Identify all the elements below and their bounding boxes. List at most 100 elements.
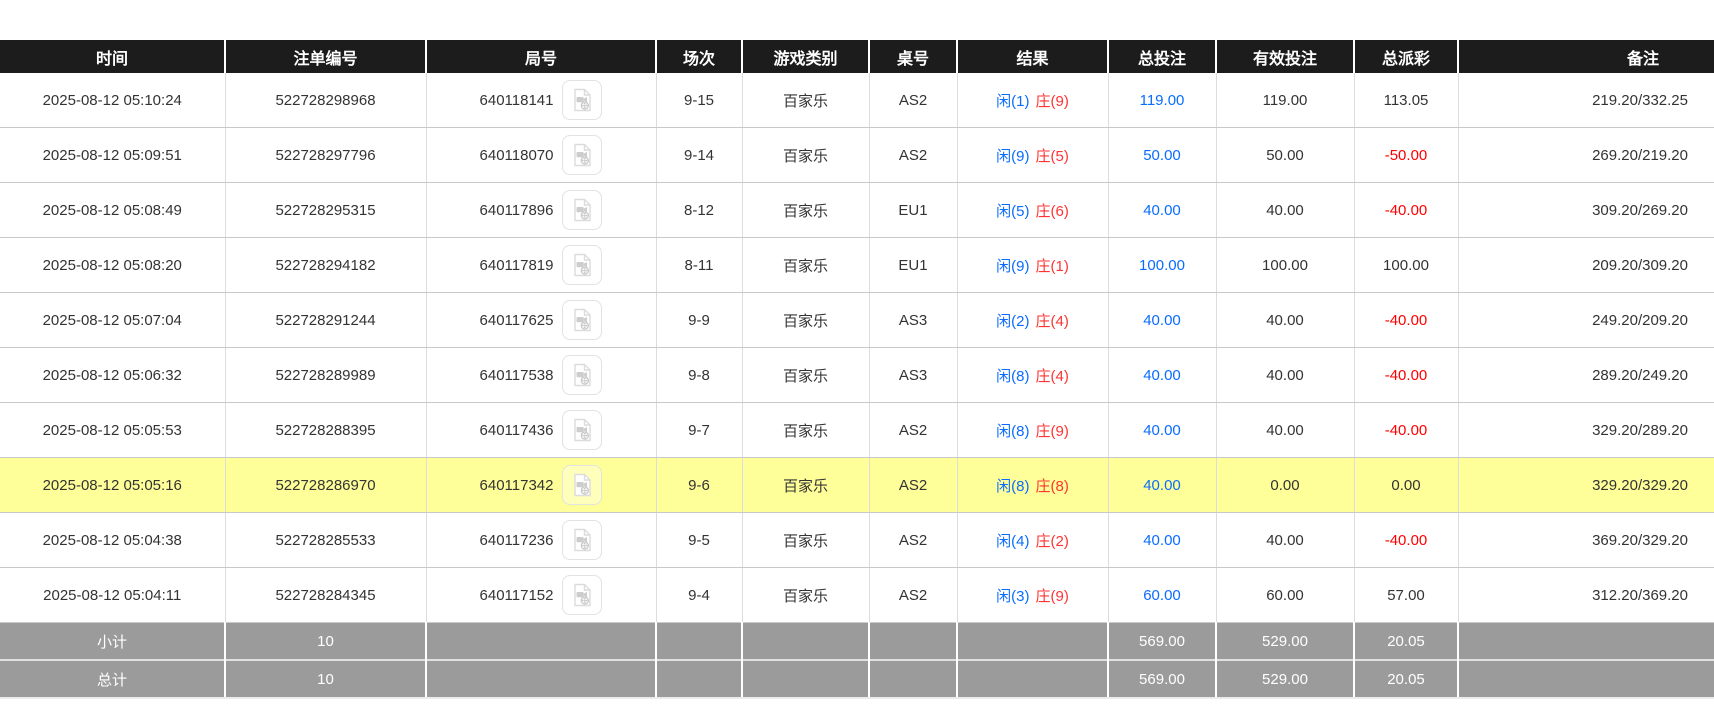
cell-total-payout: 113.05 xyxy=(1354,73,1458,128)
video-replay-button[interactable] xyxy=(562,80,602,120)
cell-table-no: AS3 xyxy=(869,293,957,348)
subtotal-empty-table-no xyxy=(869,623,957,661)
cell-bet-id: 522728288395 xyxy=(225,403,426,458)
total-empty-result xyxy=(957,660,1108,698)
video-replay-button[interactable] xyxy=(562,465,602,505)
subtotal-total-payout: 20.05 xyxy=(1354,623,1458,661)
result-player: 闲(9) xyxy=(996,148,1029,165)
subtotal-empty-remark xyxy=(1458,623,1714,661)
total-empty-session xyxy=(656,660,742,698)
video-file-icon xyxy=(569,417,595,443)
cell-bet-id: 522728294182 xyxy=(225,238,426,293)
total-empty-remark xyxy=(1458,660,1714,698)
video-replay-button[interactable] xyxy=(562,355,602,395)
cell-remark: 209.20/309.20 xyxy=(1458,238,1714,293)
cell-bet-id: 522728289989 xyxy=(225,348,426,403)
col-header-bet-id: 注单编号 xyxy=(225,40,426,73)
subtotal-empty-session xyxy=(656,623,742,661)
cell-round: 640117819 xyxy=(426,238,656,293)
result-player: 闲(1) xyxy=(996,93,1029,110)
cell-result: 闲(5)庄(6) xyxy=(957,183,1108,238)
total-total-payout: 20.05 xyxy=(1354,660,1458,698)
cell-session: 9-14 xyxy=(656,128,742,183)
cell-round: 640117436 xyxy=(426,403,656,458)
cell-total-bet: 50.00 xyxy=(1108,128,1216,183)
round-number: 640117342 xyxy=(480,477,554,494)
subtotal-empty-game-type xyxy=(742,623,869,661)
cell-time: 2025-08-12 05:07:04 xyxy=(0,293,225,348)
col-header-session: 场次 xyxy=(656,40,742,73)
col-header-game-type: 游戏类别 xyxy=(742,40,869,73)
table-body: 2025-08-12 05:10:24 522728298968 6401181… xyxy=(0,73,1714,623)
cell-remark: 219.20/332.25 xyxy=(1458,73,1714,128)
video-replay-button[interactable] xyxy=(562,300,602,340)
cell-result: 闲(3)庄(9) xyxy=(957,568,1108,623)
cell-valid-bet: 40.00 xyxy=(1216,183,1354,238)
cell-total-payout: -40.00 xyxy=(1354,403,1458,458)
cell-valid-bet: 40.00 xyxy=(1216,293,1354,348)
cell-game-type: 百家乐 xyxy=(742,128,869,183)
video-replay-button[interactable] xyxy=(562,575,602,615)
video-replay-button[interactable] xyxy=(562,135,602,175)
video-file-icon xyxy=(569,362,595,388)
cell-game-type: 百家乐 xyxy=(742,403,869,458)
cell-time: 2025-08-12 05:05:16 xyxy=(0,458,225,513)
table-row: 2025-08-12 05:05:16 522728286970 6401173… xyxy=(0,458,1714,513)
cell-time: 2025-08-12 05:10:24 xyxy=(0,73,225,128)
video-replay-button[interactable] xyxy=(562,410,602,450)
cell-table-no: EU1 xyxy=(869,183,957,238)
result-banker: 庄(9) xyxy=(1036,423,1069,440)
round-number: 640117236 xyxy=(480,532,554,549)
cell-session: 8-12 xyxy=(656,183,742,238)
cell-result: 闲(4)庄(2) xyxy=(957,513,1108,568)
header-row: 时间 注单编号 局号 场次 游戏类别 桌号 结果 总投注 有效投注 总派彩 备注 xyxy=(0,40,1714,73)
result-player: 闲(8) xyxy=(996,368,1029,385)
table-row: 2025-08-12 05:07:04 522728291244 6401176… xyxy=(0,293,1714,348)
round-number: 640118141 xyxy=(480,92,554,109)
result-player: 闲(2) xyxy=(996,313,1029,330)
result-player: 闲(8) xyxy=(996,478,1029,495)
result-player: 闲(4) xyxy=(996,533,1029,550)
cell-remark: 329.20/289.20 xyxy=(1458,403,1714,458)
cell-valid-bet: 40.00 xyxy=(1216,403,1354,458)
table-row: 2025-08-12 05:09:51 522728297796 6401180… xyxy=(0,128,1714,183)
cell-total-payout: 100.00 xyxy=(1354,238,1458,293)
result-banker: 庄(5) xyxy=(1036,148,1069,165)
cell-total-bet: 40.00 xyxy=(1108,183,1216,238)
round-number: 640117538 xyxy=(480,367,554,384)
subtotal-valid-bet: 529.00 xyxy=(1216,623,1354,661)
cell-bet-id: 522728291244 xyxy=(225,293,426,348)
cell-valid-bet: 50.00 xyxy=(1216,128,1354,183)
video-file-icon xyxy=(569,527,595,553)
cell-bet-id: 522728284345 xyxy=(225,568,426,623)
cell-valid-bet: 119.00 xyxy=(1216,73,1354,128)
table-row: 2025-08-12 05:10:24 522728298968 6401181… xyxy=(0,73,1714,128)
video-replay-button[interactable] xyxy=(562,190,602,230)
cell-result: 闲(1)庄(9) xyxy=(957,73,1108,128)
cell-round: 640117342 xyxy=(426,458,656,513)
cell-table-no: EU1 xyxy=(869,238,957,293)
cell-total-payout: -40.00 xyxy=(1354,348,1458,403)
video-replay-button[interactable] xyxy=(562,520,602,560)
cell-game-type: 百家乐 xyxy=(742,513,869,568)
total-valid-bet: 529.00 xyxy=(1216,660,1354,698)
cell-time: 2025-08-12 05:08:20 xyxy=(0,238,225,293)
total-row: 总计 10 569.00 529.00 20.05 xyxy=(0,660,1714,698)
col-header-result: 结果 xyxy=(957,40,1108,73)
subtotal-empty-result xyxy=(957,623,1108,661)
col-header-remark: 备注 xyxy=(1458,40,1714,73)
cell-session: 9-9 xyxy=(656,293,742,348)
total-total-bet: 569.00 xyxy=(1108,660,1216,698)
cell-total-bet: 119.00 xyxy=(1108,73,1216,128)
video-file-icon xyxy=(569,307,595,333)
total-label: 总计 xyxy=(0,660,225,698)
cell-round: 640117896 xyxy=(426,183,656,238)
table-row: 2025-08-12 05:08:49 522728295315 6401178… xyxy=(0,183,1714,238)
video-replay-button[interactable] xyxy=(562,245,602,285)
cell-table-no: AS3 xyxy=(869,348,957,403)
cell-total-bet: 40.00 xyxy=(1108,348,1216,403)
cell-remark: 249.20/209.20 xyxy=(1458,293,1714,348)
cell-session: 9-8 xyxy=(656,348,742,403)
table-row: 2025-08-12 05:04:11 522728284345 6401171… xyxy=(0,568,1714,623)
cell-table-no: AS2 xyxy=(869,458,957,513)
